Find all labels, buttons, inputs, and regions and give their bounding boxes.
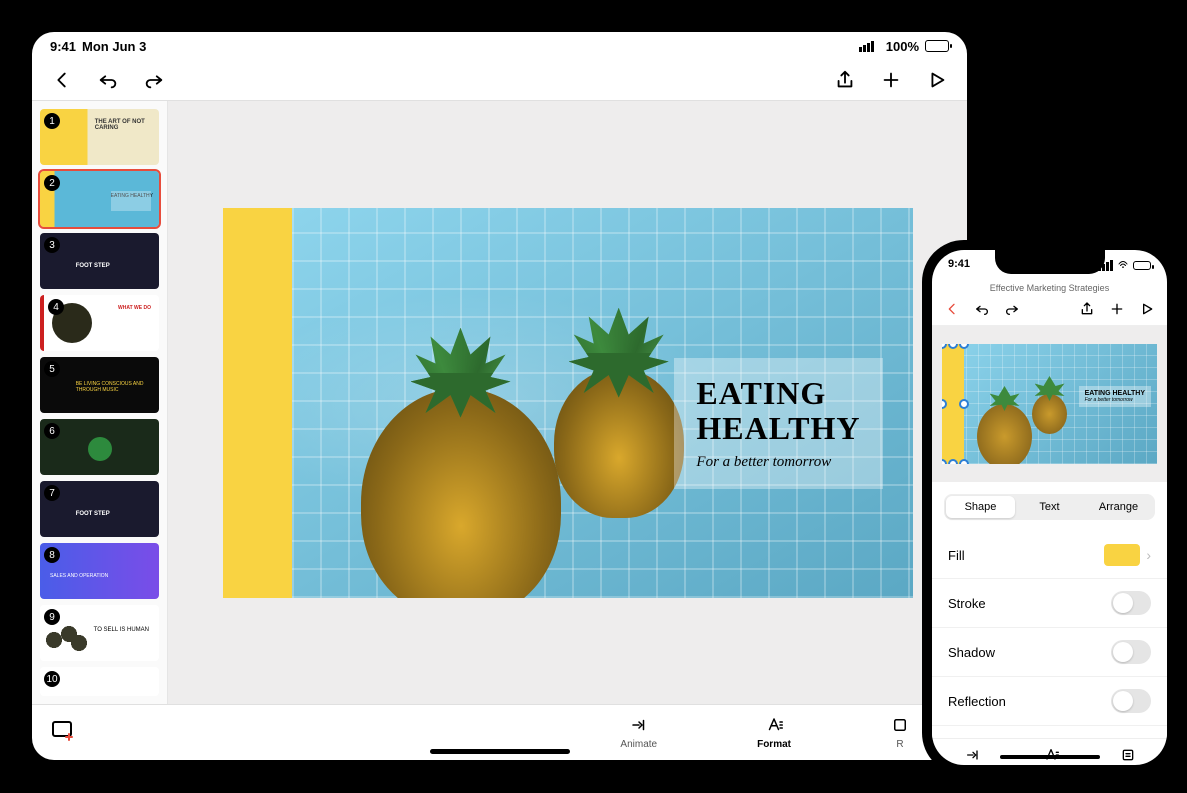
- slide-subtitle: For a better tomorrow: [696, 454, 860, 471]
- selected-shape[interactable]: [942, 344, 964, 464]
- iphone-add-button[interactable]: [1109, 301, 1125, 317]
- iphone-slide-canvas[interactable]: EATING HEALTHY For a better tomorrow: [932, 326, 1167, 482]
- back-button[interactable]: [50, 68, 74, 92]
- slide-navigator[interactable]: 1THE ART OF NOT CARING 2EATING HEALTHY 3…: [32, 101, 168, 704]
- slide-thumbnail-9[interactable]: 9TO SELL IS HUMAN: [40, 605, 159, 661]
- slide-thumbnail-6[interactable]: 6: [40, 419, 159, 475]
- animate-icon: [630, 716, 648, 737]
- resize-handle-ml[interactable]: [942, 399, 947, 409]
- format-icon: [765, 716, 783, 737]
- share-button[interactable]: [833, 68, 857, 92]
- pineapple-image-small: [554, 368, 684, 518]
- format-segment-control: Shape Text Arrange: [944, 494, 1155, 520]
- slide-thumbnail-2[interactable]: 2EATING HEALTHY: [40, 171, 159, 227]
- iphone-home-indicator[interactable]: [1000, 755, 1100, 759]
- slide-thumbnail-7[interactable]: 7FOOT STEP: [40, 481, 159, 537]
- stroke-label: Stroke: [948, 596, 986, 611]
- iphone-battery-icon: [1133, 261, 1151, 270]
- slide-thumbnail-4[interactable]: 4WHAT WE DO: [40, 295, 159, 351]
- iphone-tab-review[interactable]: Review: [1113, 747, 1143, 765]
- fill-color-swatch: [1104, 544, 1140, 566]
- undo-button[interactable]: [96, 68, 120, 92]
- reflection-label: Reflection: [948, 694, 1006, 709]
- shadow-toggle[interactable]: [1111, 640, 1151, 664]
- ipad-status-bar: 9:41 Mon Jun 3 100%: [32, 32, 967, 60]
- chevron-right-icon: ›: [1146, 547, 1151, 563]
- slide-thumbnail-5[interactable]: 5BE LIVING CONSCIOUS AND THROUGH MUSIC: [40, 357, 159, 413]
- iphone-animate-icon: [965, 747, 981, 765]
- ipad-screen: 9:41 Mon Jun 3 100%: [32, 32, 967, 760]
- resize-handle-tl[interactable]: [942, 344, 947, 349]
- home-indicator[interactable]: [430, 749, 570, 754]
- tab-animate[interactable]: Animate: [620, 716, 657, 750]
- resize-handle-mr[interactable]: [959, 399, 969, 409]
- ipad-toolbar: [32, 60, 967, 101]
- iphone-bottom-tabs: Animate Format Review: [932, 738, 1167, 765]
- ipad-device: 9:41 Mon Jun 3 100%: [12, 12, 987, 780]
- iphone-back-button[interactable]: [944, 301, 960, 317]
- add-button[interactable]: [879, 68, 903, 92]
- slide-canvas[interactable]: EATING HEALTHY For a better tomorrow: [168, 101, 967, 704]
- iphone-notch: [995, 250, 1105, 274]
- document-title: Effective Marketing Strategies: [932, 281, 1167, 297]
- status-date: Mon Jun 3: [82, 39, 146, 54]
- row-fill[interactable]: Fill ›: [932, 532, 1167, 579]
- iphone-slide-textbox: EATING HEALTHY For a better tomorrow: [1079, 386, 1151, 407]
- iphone-pineapple-large: [977, 404, 1032, 464]
- tab-review[interactable]: R: [891, 716, 909, 750]
- iphone-screen: 9:41 Effective Marketing Strategies: [932, 250, 1167, 765]
- reflection-toggle[interactable]: [1111, 689, 1151, 713]
- slide-thumbnail-3[interactable]: 3FOOT STEP: [40, 233, 159, 289]
- resize-handle-bl[interactable]: [942, 459, 947, 464]
- play-button[interactable]: [925, 68, 949, 92]
- resize-handle-br[interactable]: [959, 459, 969, 464]
- slide-thumbnail-8[interactable]: 8SALES AND OPERATION: [40, 543, 159, 599]
- slide-title-line1: EATING: [696, 376, 860, 411]
- iphone-device: 9:41 Effective Marketing Strategies: [922, 240, 1177, 775]
- battery-percent: 100%: [886, 39, 919, 54]
- iphone-wifi-icon: [1117, 258, 1129, 273]
- redo-button[interactable]: [142, 68, 166, 92]
- iphone-toolbar: [932, 297, 1167, 326]
- segment-shape[interactable]: Shape: [946, 496, 1015, 518]
- iphone-tab-animate[interactable]: Animate: [956, 747, 989, 765]
- row-stroke[interactable]: Stroke: [932, 579, 1167, 628]
- resize-handle-tm[interactable]: [948, 344, 958, 349]
- iphone-share-button[interactable]: [1079, 301, 1095, 317]
- tab-format[interactable]: Format: [757, 716, 791, 750]
- iphone-current-slide[interactable]: EATING HEALTHY For a better tomorrow: [942, 344, 1157, 464]
- shadow-label: Shadow: [948, 645, 995, 660]
- iphone-redo-button[interactable]: [1004, 301, 1020, 317]
- signal-icon: [859, 41, 874, 52]
- slide-text-box[interactable]: EATING HEALTHY For a better tomorrow: [674, 358, 882, 489]
- segment-text[interactable]: Text: [1015, 496, 1084, 518]
- format-panel: Shape Text Arrange Fill › Stroke Shadow …: [932, 482, 1167, 738]
- resize-handle-bm[interactable]: [948, 459, 958, 464]
- slide-title-line2: HEALTHY: [696, 411, 860, 446]
- slide-thumbnail-1[interactable]: 1THE ART OF NOT CARING: [40, 109, 159, 165]
- iphone-pineapple-small: [1032, 394, 1067, 434]
- stroke-toggle[interactable]: [1111, 591, 1151, 615]
- row-reflection[interactable]: Reflection: [932, 677, 1167, 726]
- iphone-undo-button[interactable]: [974, 301, 990, 317]
- current-slide[interactable]: EATING HEALTHY For a better tomorrow: [223, 208, 913, 598]
- battery-icon: [925, 40, 949, 52]
- row-shadow[interactable]: Shadow: [932, 628, 1167, 677]
- slide-thumbnail-10[interactable]: 10: [40, 667, 159, 696]
- iphone-play-button[interactable]: [1139, 301, 1155, 317]
- iphone-status-time: 9:41: [948, 258, 970, 273]
- fill-label: Fill: [948, 548, 965, 563]
- review-icon: [891, 716, 909, 737]
- segment-arrange[interactable]: Arrange: [1084, 496, 1153, 518]
- status-time: 9:41: [50, 39, 76, 54]
- add-slide-button[interactable]: [50, 717, 82, 749]
- iphone-review-icon: [1120, 747, 1136, 765]
- ipad-main: 1THE ART OF NOT CARING 2EATING HEALTHY 3…: [32, 101, 967, 704]
